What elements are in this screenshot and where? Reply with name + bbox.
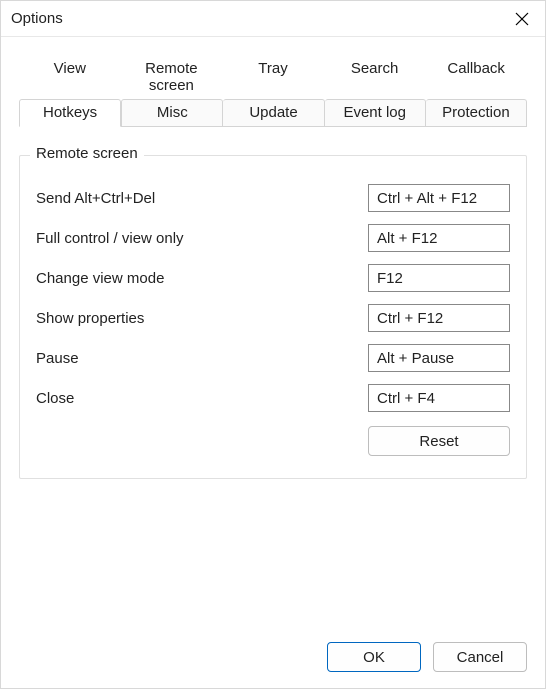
hotkey-label: Full control / view only (36, 230, 368, 247)
tab-protection[interactable]: Protection (426, 99, 527, 127)
hotkey-input-show-properties[interactable] (368, 304, 510, 332)
hotkey-label: Show properties (36, 310, 368, 327)
tab-event-log[interactable]: Event log (325, 99, 426, 127)
hotkey-input-change-view[interactable] (368, 264, 510, 292)
tab-callback[interactable]: Callback (425, 55, 527, 100)
tab-hotkeys[interactable]: Hotkeys (19, 99, 121, 127)
tab-tray[interactable]: Tray (222, 55, 324, 100)
hotkey-input-full-control[interactable] (368, 224, 510, 252)
hotkey-input-send-alt-ctrl-del[interactable] (368, 184, 510, 212)
hotkey-label: Close (36, 390, 368, 407)
hotkey-label: Send Alt+Ctrl+Del (36, 190, 368, 207)
hotkey-row-full-control: Full control / view only (36, 224, 510, 252)
hotkey-label: Change view mode (36, 270, 368, 287)
titlebar: Options (1, 1, 545, 37)
cancel-button[interactable]: Cancel (433, 642, 527, 672)
tab-view[interactable]: View (19, 55, 121, 100)
tab-control: View Remote screen Tray Search Callback … (19, 55, 527, 127)
window-close-button[interactable] (499, 1, 545, 36)
hotkey-input-close[interactable] (368, 384, 510, 412)
options-dialog: Options View Remote screen Tray Search C… (0, 0, 546, 689)
close-icon (515, 12, 529, 26)
content-area: View Remote screen Tray Search Callback … (1, 37, 545, 626)
hotkey-label: Pause (36, 350, 368, 367)
tab-remote-screen[interactable]: Remote screen (121, 55, 223, 100)
hotkey-row-show-properties: Show properties (36, 304, 510, 332)
hotkey-row-close: Close (36, 384, 510, 412)
hotkey-input-pause[interactable] (368, 344, 510, 372)
remote-screen-group: Remote screen Send Alt+Ctrl+Del Full con… (19, 155, 527, 479)
hotkey-row-pause: Pause (36, 344, 510, 372)
reset-button[interactable]: Reset (368, 426, 510, 456)
tab-update[interactable]: Update (223, 99, 324, 127)
group-legend: Remote screen (30, 145, 144, 162)
reset-row: Reset (36, 426, 510, 456)
hotkey-row-send-alt-ctrl-del: Send Alt+Ctrl+Del (36, 184, 510, 212)
ok-button[interactable]: OK (327, 642, 421, 672)
tab-panel-hotkeys: Remote screen Send Alt+Ctrl+Del Full con… (19, 127, 527, 479)
tab-search[interactable]: Search (324, 55, 426, 100)
tab-row-back: View Remote screen Tray Search Callback (19, 55, 527, 99)
tab-misc[interactable]: Misc (121, 99, 223, 127)
window-title: Options (11, 10, 63, 27)
dialog-footer: OK Cancel (1, 626, 545, 688)
tab-row-front: Hotkeys Misc Update Event log Protection (19, 99, 527, 127)
hotkey-row-change-view: Change view mode (36, 264, 510, 292)
